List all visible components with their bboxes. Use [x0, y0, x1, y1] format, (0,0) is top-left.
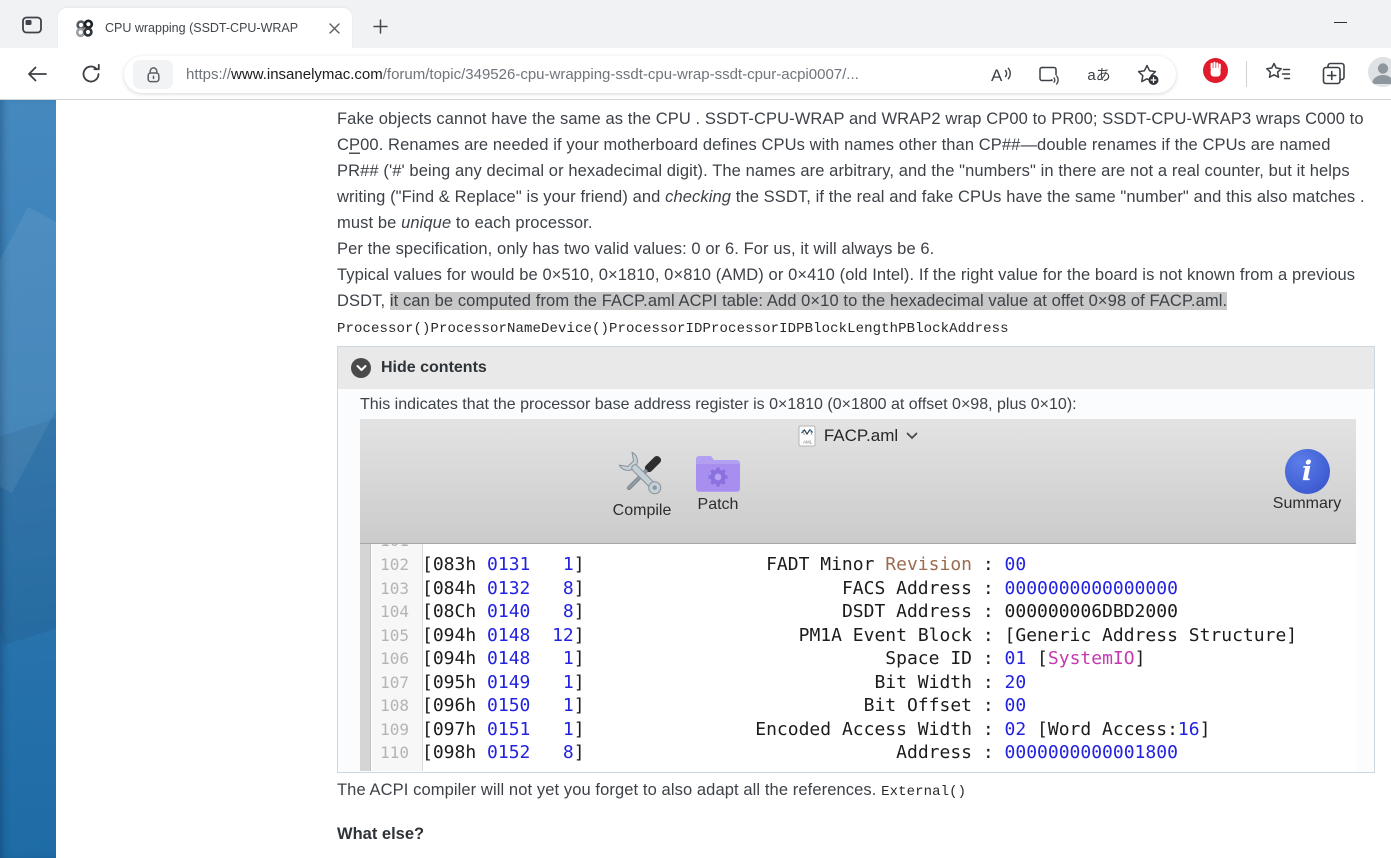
maciasl-toolbar: AML FACP.aml: [360, 419, 1356, 544]
tab-close-icon[interactable]: [324, 18, 344, 38]
spoiler-title: Hide contents: [381, 359, 487, 377]
site-favicon: [75, 19, 94, 38]
patch-label: Patch: [688, 496, 748, 514]
translate-icon[interactable]: aあ: [1087, 63, 1111, 87]
tab-actions-menu-icon[interactable]: [16, 11, 48, 39]
spoiler-box: Hide contents This indicates that the pr…: [337, 346, 1375, 773]
chevron-down-circle-icon: [351, 358, 371, 378]
forum-post: Fake objects cannot have the same as the…: [337, 106, 1375, 844]
page-viewport: Fake objects cannot have the same as the…: [0, 100, 1391, 858]
post-paragraph: must be unique to each processor.: [337, 210, 1375, 236]
svg-text:A: A: [991, 66, 1003, 85]
post-paragraph: Typical values for would be 0×510, 0×181…: [337, 262, 1375, 314]
read-aloud-icon[interactable]: A: [989, 63, 1013, 87]
acpi-code-line: 101: [360, 544, 1356, 553]
summary-button[interactable]: i Summary: [1263, 449, 1351, 513]
spoiler-content: This indicates that the processor base a…: [338, 389, 1374, 772]
post-paragraph: Fake objects cannot have the same as the…: [337, 106, 1375, 210]
browser-window: CPU wrapping (SSDT-CPU-WRAP h: [0, 0, 1391, 858]
site-info-lock-icon[interactable]: [133, 60, 173, 89]
address-bar[interactable]: https://www.insanelymac.com/forum/topic/…: [124, 56, 1176, 93]
summary-label: Summary: [1263, 495, 1351, 513]
reader-device-icon[interactable]: [1038, 63, 1062, 87]
title-dropdown-chevron-icon[interactable]: [906, 432, 918, 440]
refresh-icon[interactable]: [76, 59, 106, 89]
info-icon: i: [1285, 449, 1330, 494]
maciasl-screenshot: AML FACP.aml: [360, 419, 1356, 772]
add-favorite-star-icon[interactable]: [1136, 63, 1160, 87]
browser-tab[interactable]: CPU wrapping (SSDT-CPU-WRAP: [58, 8, 352, 48]
acpi-table-listing: 101102[083h 0131 1]FADT Minor Revision :…: [360, 544, 1356, 771]
tab-strip: CPU wrapping (SSDT-CPU-WRAP: [0, 0, 1391, 48]
post-paragraph: Per the specification, only has two vali…: [337, 236, 1375, 262]
url-text[interactable]: https://www.insanelymac.com/forum/topic/…: [186, 66, 979, 83]
window-minimize-icon[interactable]: [1330, 12, 1350, 32]
patch-folder-icon: [693, 451, 743, 495]
post-code-line: Processor()ProcessorNameDevice()Processo…: [337, 314, 1375, 342]
spoiler-intro-text: This indicates that the processor base a…: [360, 393, 1354, 417]
acpi-code-line: 108[096h 0150 1]Bit Offset : 00: [360, 694, 1356, 718]
spoiler-toggle[interactable]: Hide contents: [338, 347, 1374, 389]
profile-avatar[interactable]: [1368, 57, 1391, 87]
acpi-code-line: 107[095h 0149 1]Bit Width : 20: [360, 671, 1356, 695]
adblock-extension-icon[interactable]: [1202, 57, 1229, 84]
compile-button[interactable]: Compile: [598, 449, 686, 520]
toolbar-divider: [1246, 61, 1247, 87]
acpi-code-rows: 101102[083h 0131 1]FADT Minor Revision :…: [360, 544, 1356, 765]
acpi-code-line: 110[098h 0152 8]Address : 00000000000018…: [360, 741, 1356, 765]
patch-button[interactable]: Patch: [688, 449, 748, 514]
acpi-code-line: 109[097h 0151 1]Encoded Access Width : 0…: [360, 718, 1356, 742]
post-paragraph: The ACPI compiler will not yet you forge…: [337, 777, 1375, 805]
acpi-code-line: 102[083h 0131 1]FADT Minor Revision : 00: [360, 553, 1356, 577]
new-tab-icon[interactable]: [368, 14, 392, 38]
svg-text:AML: AML: [803, 440, 813, 445]
addressbar-actions: A aあ: [989, 63, 1160, 87]
maciasl-window-title: AML FACP.aml: [360, 425, 1356, 447]
favorites-icon[interactable]: [1264, 59, 1292, 87]
acpi-code-line: 105[094h 0148 12]PM1A Event Block : [Gen…: [360, 624, 1356, 648]
forum-background-stripe: [0, 100, 56, 858]
back-icon[interactable]: [22, 59, 52, 89]
aml-document-icon: AML: [798, 425, 816, 447]
navigation-bar: https://www.insanelymac.com/forum/topic/…: [0, 48, 1391, 100]
acpi-code-line: 103[084h 0132 8]FACS Address : 000000000…: [360, 577, 1356, 601]
acpi-code-line: 104[08Ch 0140 8]DSDT Address : 000000006…: [360, 600, 1356, 624]
what-else-heading: What else?: [337, 825, 1375, 844]
compile-tools-icon: [615, 449, 669, 501]
compile-label: Compile: [598, 502, 686, 520]
tab-title: CPU wrapping (SSDT-CPU-WRAP: [105, 21, 316, 35]
collections-icon[interactable]: [1320, 59, 1348, 87]
acpi-code-line: 106[094h 0148 1]Space ID : 01 [SystemIO]: [360, 647, 1356, 671]
